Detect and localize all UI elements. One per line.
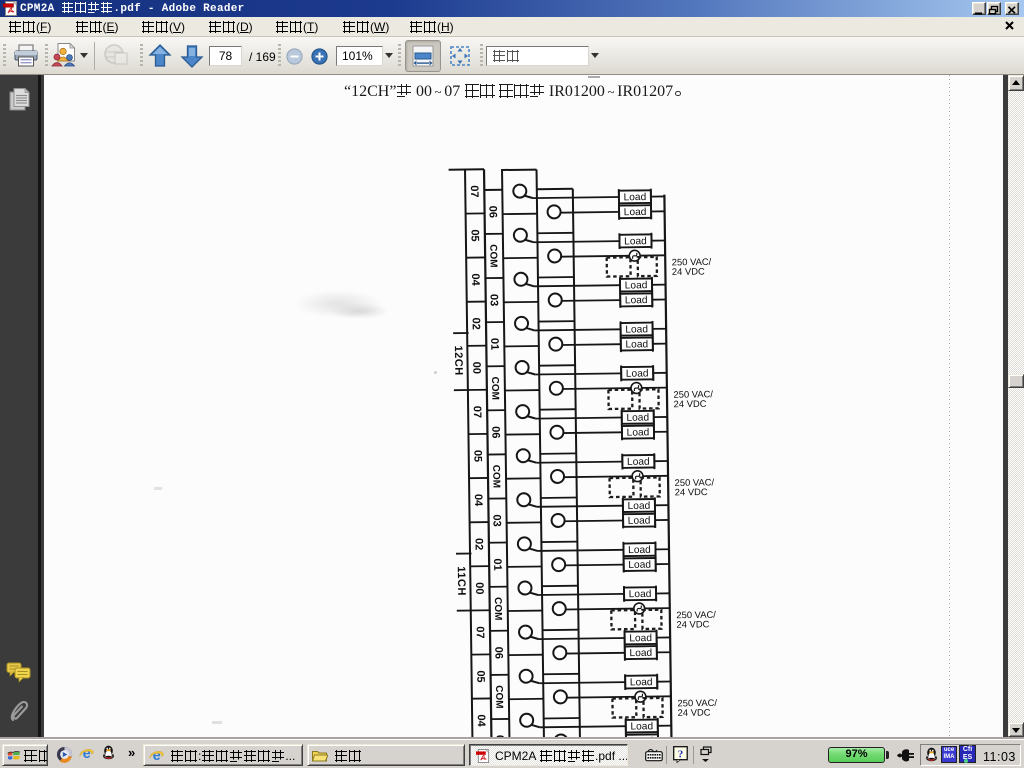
svg-text:24 VDC: 24 VDC (676, 618, 709, 629)
svg-text:04: 04 (475, 714, 487, 727)
svg-text:Load: Load (625, 339, 648, 350)
svg-text:Load: Load (628, 560, 651, 571)
svg-text:01: 01 (488, 338, 500, 350)
svg-text:07: 07 (471, 406, 483, 418)
svg-text:Load: Load (628, 516, 651, 527)
svg-text:Load: Load (628, 545, 651, 556)
svg-text:06: 06 (486, 206, 498, 218)
svg-text:24 VDC: 24 VDC (672, 265, 705, 276)
svg-text:Load: Load (630, 677, 653, 688)
svg-text:Load: Load (625, 295, 648, 306)
svg-text:05: 05 (468, 229, 480, 241)
svg-text:Load: Load (626, 413, 649, 424)
svg-text:COM: COM (492, 597, 503, 620)
svg-text:Load: Load (629, 589, 652, 600)
svg-text:Load: Load (630, 721, 653, 732)
svg-text:24 VDC: 24 VDC (675, 486, 708, 497)
svg-text:07: 07 (468, 185, 480, 197)
svg-text:04: 04 (472, 494, 484, 507)
svg-text:Load: Load (629, 648, 652, 659)
svg-text:24 VDC: 24 VDC (674, 398, 707, 409)
svg-text:11CH: 11CH (455, 566, 467, 596)
svg-text:01: 01 (491, 558, 503, 570)
svg-text:02: 02 (472, 538, 484, 550)
svg-text:03: 03 (490, 514, 502, 526)
svg-text:Load: Load (626, 368, 649, 379)
svg-text:e: e (153, 748, 161, 763)
svg-text:e: e (83, 746, 91, 761)
svg-text:Load: Load (625, 280, 648, 291)
svg-text:24 VDC: 24 VDC (678, 706, 711, 717)
svg-text:Load: Load (629, 633, 652, 644)
svg-text:Load: Load (627, 457, 650, 468)
svg-text:05: 05 (474, 670, 486, 682)
svg-text:Load: Load (624, 236, 647, 247)
svg-text:Load: Load (624, 207, 647, 218)
svg-text:Load: Load (624, 192, 647, 203)
svg-text:02: 02 (470, 318, 482, 330)
svg-text:00: 00 (473, 582, 485, 594)
svg-text:COM: COM (489, 377, 500, 400)
svg-text:Load: Load (628, 501, 651, 512)
svg-text:04: 04 (469, 273, 481, 286)
svg-text:COM: COM (493, 685, 504, 708)
svg-text:07: 07 (474, 626, 486, 638)
svg-text:03: 03 (488, 294, 500, 306)
svg-text:00: 00 (470, 362, 482, 374)
svg-text:COM: COM (487, 244, 498, 267)
svg-text:05: 05 (471, 450, 483, 462)
svg-text:?: ? (678, 749, 684, 761)
svg-text:Load: Load (625, 324, 648, 335)
svg-text:06: 06 (492, 647, 504, 659)
svg-text:12CH: 12CH (452, 345, 464, 375)
svg-text:COM: COM (490, 465, 501, 488)
svg-text:06: 06 (489, 426, 501, 438)
svg-text:Load: Load (627, 427, 650, 438)
